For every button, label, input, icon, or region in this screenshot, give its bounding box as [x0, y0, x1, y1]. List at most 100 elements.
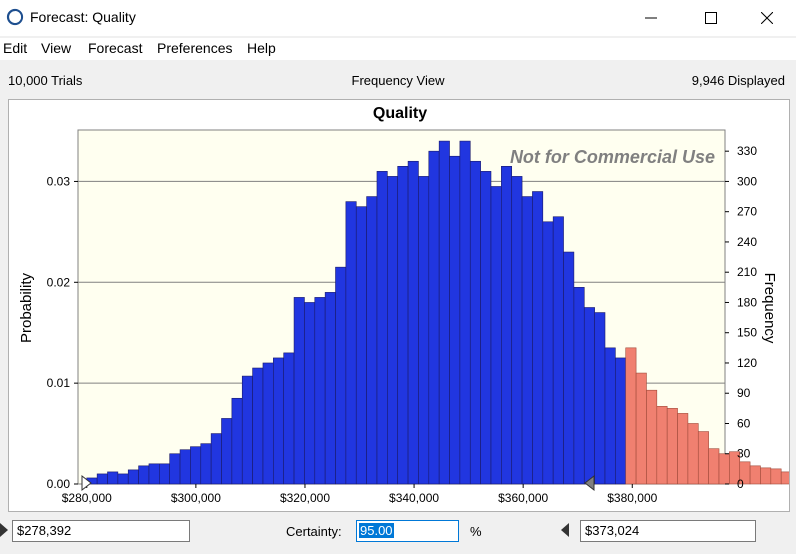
- chart-title: Quality: [373, 105, 427, 122]
- histogram-bar: [469, 160, 481, 485]
- histogram-bar: [573, 287, 585, 485]
- histogram-bar: [96, 473, 108, 485]
- watermark: Not for Commercial Use: [510, 147, 715, 167]
- view-label: Frequency View: [351, 73, 445, 88]
- maximize-icon: [705, 12, 717, 24]
- histogram-bar: [345, 201, 357, 485]
- histogram-bar: [521, 196, 533, 485]
- tail-bar: [625, 347, 637, 485]
- histogram-bar: [511, 176, 523, 485]
- certainty-value: 95.00: [359, 523, 394, 538]
- tail-bar: [749, 465, 761, 485]
- histogram-bar: [615, 357, 627, 485]
- menu-edit[interactable]: Edit: [3, 40, 27, 56]
- histogram-bar: [459, 140, 471, 485]
- right-range-arrow-icon[interactable]: [561, 523, 569, 537]
- histogram-bar: [480, 171, 492, 485]
- y-tick-label: 0.01: [47, 376, 71, 390]
- y2-axis-label: Frequency: [761, 273, 778, 344]
- histogram-bar: [107, 471, 119, 485]
- y2-tick-label: 240: [737, 235, 757, 249]
- histogram-bar: [532, 191, 544, 485]
- tail-bar: [656, 406, 668, 485]
- histogram-bar: [179, 449, 191, 485]
- menu-preferences[interactable]: Preferences: [157, 40, 232, 56]
- y2-tick-label: 210: [737, 265, 757, 279]
- menu-view[interactable]: View: [41, 40, 71, 56]
- histogram-bar: [366, 196, 378, 485]
- histogram-bar: [594, 312, 606, 485]
- tail-bar: [780, 471, 789, 485]
- chart-panel: Quality Not for Commercial Use 0.00 0.01 0…: [8, 99, 790, 512]
- certainty-label: Certainty:: [286, 524, 342, 539]
- x-tick-label: $320,000: [280, 491, 330, 505]
- menu-help[interactable]: Help: [247, 40, 276, 56]
- histogram-bar: [221, 418, 233, 485]
- x-tick-label: $380,000: [607, 491, 657, 505]
- displayed-count: 9,946 Displayed: [691, 73, 785, 88]
- tail-bar: [697, 431, 709, 485]
- right-range-field[interactable]: $373,024: [580, 520, 756, 542]
- left-range-arrow-icon[interactable]: [0, 523, 8, 537]
- tail-bar: [666, 408, 678, 485]
- histogram-bar: [583, 307, 595, 485]
- histogram-bar: [355, 206, 367, 485]
- y2-tick-label: 0: [737, 477, 744, 491]
- minimize-button[interactable]: [622, 0, 680, 36]
- y2-tick-label: 330: [737, 144, 757, 158]
- y2-tick-label: 180: [737, 295, 757, 309]
- histogram-bar: [148, 463, 160, 485]
- tail-bar: [760, 467, 772, 485]
- y2-tick-label: 60: [737, 416, 751, 430]
- histogram-bar: [438, 140, 450, 485]
- histogram-bar: [117, 473, 129, 485]
- close-button[interactable]: [738, 0, 796, 36]
- tail-bar: [718, 453, 730, 485]
- histogram-bar: [273, 357, 284, 485]
- bottom-bar: $278,392 Certainty: 95.00 % $373,024: [0, 514, 796, 554]
- y-tick-label: 0.00: [47, 477, 71, 491]
- histogram-bar: [159, 463, 170, 485]
- histogram-bar: [407, 160, 419, 485]
- close-icon: [761, 12, 773, 24]
- histogram-bar: [449, 155, 461, 485]
- histogram-bar: [501, 166, 513, 485]
- histogram-bar: [138, 465, 150, 485]
- histogram-bar: [169, 453, 181, 485]
- tail-bar: [677, 413, 689, 485]
- left-range-field[interactable]: $278,392: [12, 520, 190, 542]
- histogram-bar: [542, 221, 554, 485]
- menu-bar: Edit View Forecast Preferences Help: [0, 38, 796, 60]
- histogram-bar: [283, 352, 295, 485]
- x-tick-label: $360,000: [498, 491, 548, 505]
- histogram-bar: [428, 150, 440, 485]
- menu-forecast[interactable]: Forecast: [88, 40, 142, 56]
- y-tick-label: 0.02: [47, 275, 71, 289]
- histogram-bar: [262, 362, 274, 485]
- histogram-bar: [127, 469, 139, 485]
- y2-axis-ticks: 0 30 60 90 120 150 180 210 240 270 300 330: [725, 144, 757, 491]
- histogram-bar: [304, 302, 316, 485]
- histogram-bar: [210, 433, 222, 485]
- certainty-field[interactable]: 95.00: [356, 520, 459, 542]
- y-tick-label: 0.03: [47, 174, 71, 188]
- x-tick-label: $340,000: [389, 491, 439, 505]
- histogram-bar: [293, 297, 305, 485]
- tail-bar: [708, 448, 720, 485]
- maximize-button[interactable]: [682, 0, 740, 36]
- histogram-bar: [563, 251, 575, 485]
- y2-tick-label: 90: [737, 386, 751, 400]
- window-title: Forecast: Quality: [30, 9, 136, 25]
- histogram-bar: [252, 367, 264, 485]
- info-bar: 10,000 Trials Frequency View 9,946 Displ…: [0, 62, 796, 98]
- tail-bar: [635, 372, 647, 485]
- app-spiral-icon: [6, 8, 24, 26]
- histogram-bar: [418, 176, 430, 485]
- tail-bar: [687, 423, 699, 485]
- frequency-chart: Quality Not for Commercial Use 0.00 0.01 0…: [18, 105, 789, 505]
- x-axis-ticks: $280,000 $300,000 $320,000 $340,000 $360,000…: [62, 484, 658, 505]
- percent-label: %: [470, 524, 482, 539]
- histogram-bar: [324, 292, 336, 485]
- tail-bar: [770, 468, 782, 485]
- y2-tick-label: 300: [737, 174, 757, 188]
